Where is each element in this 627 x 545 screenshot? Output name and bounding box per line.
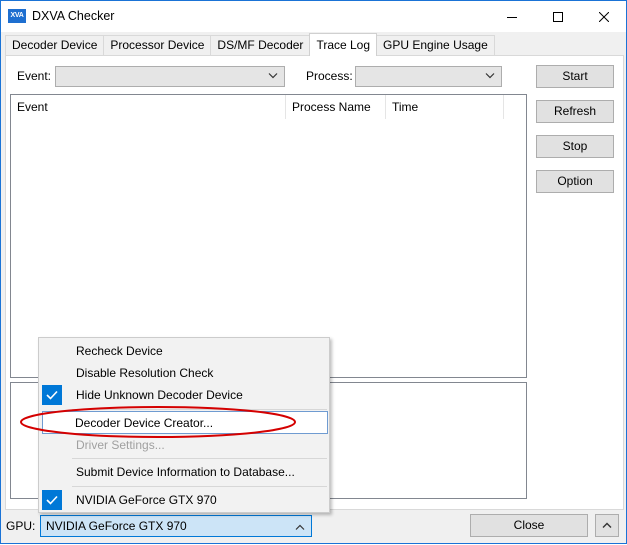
dxva-checker-window: XVA DXVA Checker Decoder Device Processo… (0, 0, 627, 544)
gpu-combobox-value: NVIDIA GeForce GTX 970 (46, 519, 187, 533)
menu-item-label: Driver Settings... (76, 438, 165, 452)
gpu-label: GPU: (6, 519, 36, 533)
minimize-button[interactable] (489, 1, 535, 32)
close-icon (599, 11, 609, 22)
menu-item-label: NVIDIA GeForce GTX 970 (76, 493, 217, 507)
event-label: Event: (17, 69, 52, 83)
tab-decoder-device[interactable]: Decoder Device (5, 35, 105, 56)
column-header-event[interactable]: Event (11, 95, 286, 119)
menu-item-label: Hide Unknown Decoder Device (76, 388, 243, 402)
menu-item-gpu-selection[interactable]: NVIDIA GeForce GTX 970 (40, 489, 328, 511)
stop-button[interactable]: Stop (536, 135, 614, 158)
expand-button[interactable] (595, 514, 619, 537)
close-window-button[interactable] (581, 1, 627, 32)
menu-separator (72, 409, 327, 410)
tab-trace-log[interactable]: Trace Log (309, 33, 378, 56)
chevron-up-icon (295, 524, 305, 530)
refresh-button[interactable]: Refresh (536, 100, 614, 123)
app-icon: XVA (8, 9, 26, 23)
chevron-down-icon (268, 73, 278, 79)
maximize-button[interactable] (535, 1, 581, 32)
minimize-icon (507, 16, 517, 18)
menu-item-recheck-device[interactable]: Recheck Device (40, 340, 328, 362)
menu-item-submit-device-info[interactable]: Submit Device Information to Database... (40, 461, 328, 483)
menu-separator (72, 486, 327, 487)
option-button[interactable]: Option (536, 170, 614, 193)
tab-ds-mf-decoder[interactable]: DS/MF Decoder (210, 35, 311, 56)
tab-processor-device[interactable]: Processor Device (103, 35, 212, 56)
menu-item-decoder-device-creator[interactable]: Decoder Device Creator... (42, 411, 328, 434)
title-bar[interactable]: XVA DXVA Checker (1, 1, 626, 32)
menu-item-label: Decoder Device Creator... (75, 416, 214, 430)
chevron-up-icon (602, 522, 612, 528)
menu-item-label: Recheck Device (76, 344, 163, 358)
column-header-process-name[interactable]: Process Name (286, 95, 386, 119)
menu-item-label: Disable Resolution Check (76, 366, 214, 380)
menu-item-label: Submit Device Information to Database... (76, 465, 295, 479)
column-header-time[interactable]: Time (386, 95, 504, 119)
start-button[interactable]: Start (536, 65, 614, 88)
context-menu: Recheck Device Disable Resolution Check … (38, 337, 330, 513)
trace-event-list[interactable]: Event Process Name Time (10, 94, 527, 378)
checkmark-icon (42, 490, 62, 510)
menu-item-hide-unknown-decoder[interactable]: Hide Unknown Decoder Device (40, 384, 328, 406)
chevron-down-icon (485, 73, 495, 79)
process-combobox[interactable] (355, 66, 502, 87)
menu-item-driver-settings[interactable]: Driver Settings... (40, 434, 328, 456)
list-header: Event Process Name Time (11, 95, 526, 119)
gpu-combobox[interactable]: NVIDIA GeForce GTX 970 (40, 515, 312, 537)
event-combobox[interactable] (55, 66, 285, 87)
maximize-icon (553, 11, 563, 22)
menu-item-disable-resolution-check[interactable]: Disable Resolution Check (40, 362, 328, 384)
tab-strip: Decoder Device Processor Device DS/MF De… (5, 33, 495, 56)
tab-gpu-engine-usage[interactable]: GPU Engine Usage (376, 35, 495, 56)
process-label: Process: (306, 69, 353, 83)
checkmark-icon (42, 385, 62, 405)
window-title: DXVA Checker (32, 9, 115, 23)
close-button[interactable]: Close (470, 514, 588, 537)
menu-separator (72, 458, 327, 459)
